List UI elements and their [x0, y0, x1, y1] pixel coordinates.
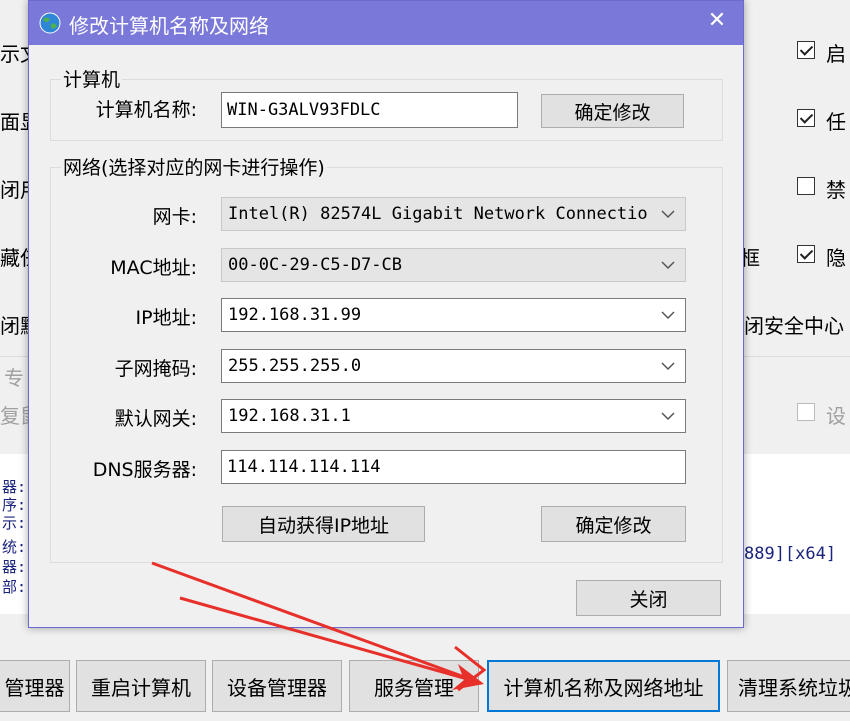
- annotation-arrows: [151, 561, 487, 692]
